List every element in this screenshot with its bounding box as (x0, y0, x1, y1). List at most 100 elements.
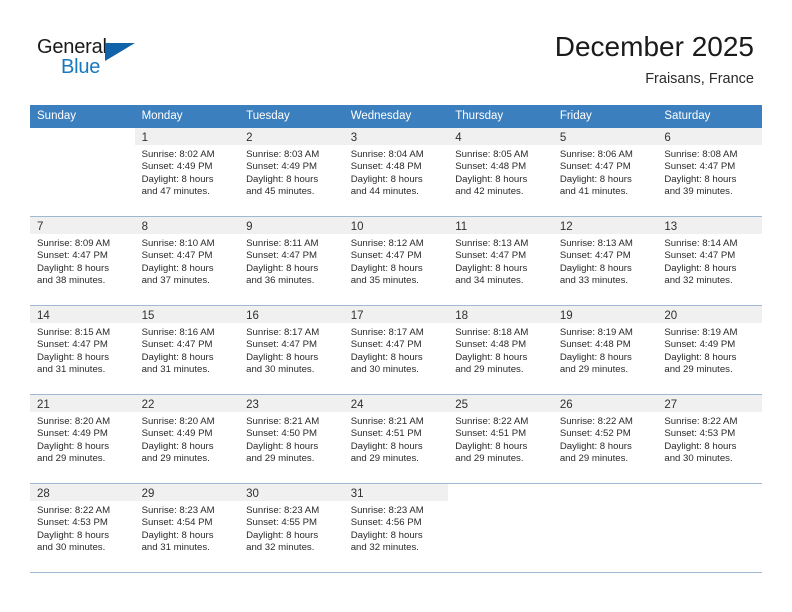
day-number: 29 (141, 488, 155, 500)
daylight-text-line2: and 41 minutes. (559, 186, 629, 198)
calendar-day-cell[interactable]: 29 Sunrise: 8:23 AM Sunset: 4:54 PM Dayligh… (134, 484, 240, 572)
calendar-day-cell[interactable]: 10 Sunrise: 8:12 AM Sunset: 4:47 PM Dayligh… (343, 217, 449, 305)
daylight-text-line1: Daylight: 8 hours (455, 440, 528, 452)
calendar-day-cell[interactable]: 31 Sunrise: 8:23 AM Sunset: 4:56 PM Dayligh… (343, 484, 449, 572)
day-sun-info: Sunrise: 8:21 AM Sunset: 4:51 PM Daylight:… (344, 412, 449, 466)
calendar-day-cell[interactable]: 20 Sunrise: 8:19 AM Sunset: 4:49 PM Dayligh… (657, 306, 762, 394)
calendar-day-cell[interactable]: 22 Sunrise: 8:20 AM Sunset: 4:49 PM Dayligh… (134, 395, 240, 483)
calendar-day-cell[interactable]: 28 Sunrise: 8:22 AM Sunset: 4:53 PM Dayligh… (30, 484, 135, 572)
daylight-text-line2: and 29 minutes. (664, 364, 733, 376)
calendar-day-cell[interactable]: 12 Sunrise: 8:13 AM Sunset: 4:47 PM Dayligh… (552, 217, 658, 305)
day-number-band (552, 484, 658, 501)
daylight-text-line2: and 29 minutes. (455, 453, 524, 465)
daylight-text-line2: and 31 minutes. (141, 542, 210, 554)
daylight-text-line2: and 30 minutes. (246, 364, 315, 376)
calendar-cell-empty (448, 484, 553, 572)
calendar-day-cell[interactable]: 7 Sunrise: 8:09 AM Sunset: 4:47 PM Daylight… (30, 217, 135, 305)
daylight-text-line1: Daylight: 8 hours (559, 440, 632, 452)
daylight-text-line1: Daylight: 8 hours (455, 351, 528, 363)
daylight-text-line1: Daylight: 8 hours (350, 173, 423, 185)
calendar-day-cell[interactable]: 18 Sunrise: 8:18 AM Sunset: 4:48 PM Dayligh… (448, 306, 553, 394)
weekday-header-row: Sunday Monday Tuesday Wednesday Thursday Frid… (30, 105, 762, 128)
calendar-day-cell[interactable]: 19 Sunrise: 8:19 AM Sunset: 4:48 PM Dayligh… (552, 306, 658, 394)
calendar-day-cell[interactable]: 6 Sunrise: 8:08 AM Sunset: 4:47 PM Daylight… (657, 128, 762, 216)
day-number: 26 (559, 399, 573, 411)
calendar-day-cell[interactable]: 11 Sunrise: 8:13 AM Sunset: 4:47 PM Dayligh… (448, 217, 553, 305)
sunset-text: Sunset: 4:47 PM (37, 339, 108, 351)
day-sun-info: Sunrise: 8:04 AM Sunset: 4:48 PM Daylight:… (344, 145, 449, 199)
sunset-text: Sunset: 4:51 PM (455, 428, 527, 440)
sunset-text: Sunset: 4:49 PM (664, 339, 736, 351)
calendar-day-cell[interactable]: 25 Sunrise: 8:22 AM Sunset: 4:51 PM Dayligh… (448, 395, 553, 483)
day-sun-info: Sunrise: 8:12 AM Sunset: 4:47 PM Daylight:… (344, 234, 449, 288)
daylight-text-line1: Daylight: 8 hours (455, 173, 528, 185)
calendar-day-cell[interactable]: 9 Sunrise: 8:11 AM Sunset: 4:47 PM Daylight… (239, 217, 344, 305)
daylight-text-line1: Daylight: 8 hours (37, 351, 109, 363)
calendar-day-cell[interactable]: 23 Sunrise: 8:21 AM Sunset: 4:50 PM Dayligh… (239, 395, 344, 483)
daylight-text-line1: Daylight: 8 hours (350, 262, 423, 274)
calendar-day-cell[interactable]: 15 Sunrise: 8:16 AM Sunset: 4:47 PM Dayligh… (134, 306, 240, 394)
sunrise-text: Sunrise: 8:12 AM (350, 238, 424, 249)
sunset-text: Sunset: 4:48 PM (455, 339, 527, 351)
weekday-header-thursday: Thursday (455, 110, 504, 122)
calendar-day-cell[interactable]: 16 Sunrise: 8:17 AM Sunset: 4:47 PM Dayligh… (239, 306, 344, 394)
calendar-day-cell[interactable]: 17 Sunrise: 8:17 AM Sunset: 4:47 PM Dayligh… (343, 306, 449, 394)
day-sun-info: Sunrise: 8:23 AM Sunset: 4:56 PM Daylight:… (344, 501, 449, 555)
day-number: 31 (350, 488, 364, 500)
calendar-day-cell[interactable]: 3 Sunrise: 8:04 AM Sunset: 4:48 PM Daylight… (343, 128, 449, 216)
daylight-text-line1: Daylight: 8 hours (664, 351, 737, 363)
calendar-day-cell[interactable]: 8 Sunrise: 8:10 AM Sunset: 4:47 PM Daylight… (134, 217, 240, 305)
daylight-text-line2: and 29 minutes. (559, 364, 629, 376)
sunrise-text: Sunrise: 8:20 AM (141, 416, 215, 427)
day-number: 30 (246, 488, 259, 500)
day-number-band: 29 (134, 484, 240, 501)
daylight-text-line1: Daylight: 8 hours (350, 440, 423, 452)
sunset-text: Sunset: 4:49 PM (246, 161, 318, 173)
daylight-text-line2: and 31 minutes. (141, 364, 210, 376)
sunrise-text: Sunrise: 8:22 AM (455, 416, 529, 427)
daylight-text-line2: and 36 minutes. (246, 275, 315, 287)
calendar-day-cell[interactable]: 24 Sunrise: 8:21 AM Sunset: 4:51 PM Dayligh… (343, 395, 449, 483)
day-number-band: 20 (657, 306, 762, 323)
day-sun-info: Sunrise: 8:18 AM Sunset: 4:48 PM Daylight:… (448, 323, 553, 377)
weekday-header-sunday: Sunday (37, 110, 77, 122)
calendar-day-cell[interactable]: 1 Sunrise: 8:02 AM Sunset: 4:49 PM Daylight… (134, 128, 240, 216)
sunrise-text: Sunrise: 8:16 AM (141, 327, 215, 338)
day-sun-info: Sunrise: 8:02 AM Sunset: 4:49 PM Daylight:… (135, 145, 240, 199)
calendar-day-cell[interactable]: 4 Sunrise: 8:05 AM Sunset: 4:48 PM Daylight… (448, 128, 553, 216)
daylight-text-line2: and 35 minutes. (350, 275, 419, 287)
day-number-band: 13 (657, 217, 762, 234)
sunset-text: Sunset: 4:48 PM (559, 339, 631, 351)
sunrise-text: Sunrise: 8:02 AM (141, 149, 215, 160)
calendar-day-cell[interactable]: 21 Sunrise: 8:20 AM Sunset: 4:49 PM Dayligh… (30, 395, 135, 483)
calendar-day-cell[interactable]: 5 Sunrise: 8:06 AM Sunset: 4:47 PM Daylight… (552, 128, 658, 216)
day-number-band: 30 (239, 484, 344, 501)
calendar-day-cell[interactable]: 14 Sunrise: 8:15 AM Sunset: 4:47 PM Dayligh… (30, 306, 135, 394)
day-number-band: 25 (448, 395, 553, 412)
calendar-day-cell[interactable]: 26 Sunrise: 8:22 AM Sunset: 4:52 PM Dayligh… (552, 395, 658, 483)
day-number-band: 28 (30, 484, 135, 501)
day-number: 22 (141, 399, 155, 411)
day-number-band: 17 (343, 306, 449, 323)
day-number-band: 18 (448, 306, 553, 323)
sunset-text: Sunset: 4:47 PM (246, 339, 318, 351)
daylight-text-line2: and 29 minutes. (246, 453, 315, 465)
calendar-week-row: 21 Sunrise: 8:20 AM Sunset: 4:49 PM Dayligh… (30, 395, 762, 484)
calendar-day-cell[interactable]: 27 Sunrise: 8:22 AM Sunset: 4:53 PM Dayligh… (657, 395, 762, 483)
day-number: 2 (246, 132, 253, 144)
day-number: 3 (350, 132, 358, 144)
daylight-text-line2: and 29 minutes. (455, 364, 524, 376)
sunset-text: Sunset: 4:47 PM (350, 339, 422, 351)
sunrise-text: Sunrise: 8:22 AM (37, 505, 111, 516)
day-sun-info: Sunrise: 8:22 AM Sunset: 4:53 PM Daylight:… (657, 412, 762, 466)
sunset-text: Sunset: 4:56 PM (350, 517, 422, 529)
calendar-day-cell[interactable]: 30 Sunrise: 8:23 AM Sunset: 4:55 PM Dayligh… (239, 484, 344, 572)
daylight-text-line2: and 30 minutes. (664, 453, 733, 465)
general-blue-logo[interactable]: General Blue (37, 36, 147, 84)
calendar-day-cell[interactable]: 13 Sunrise: 8:14 AM Sunset: 4:47 PM Dayligh… (657, 217, 762, 305)
page-title: December 2025 (554, 31, 754, 62)
sunset-text: Sunset: 4:48 PM (455, 161, 527, 173)
calendar-day-cell[interactable]: 2 Sunrise: 8:03 AM Sunset: 4:49 PM Daylight… (239, 128, 344, 216)
daylight-text-line1: Daylight: 8 hours (664, 173, 737, 185)
day-number-band: 21 (30, 395, 135, 412)
